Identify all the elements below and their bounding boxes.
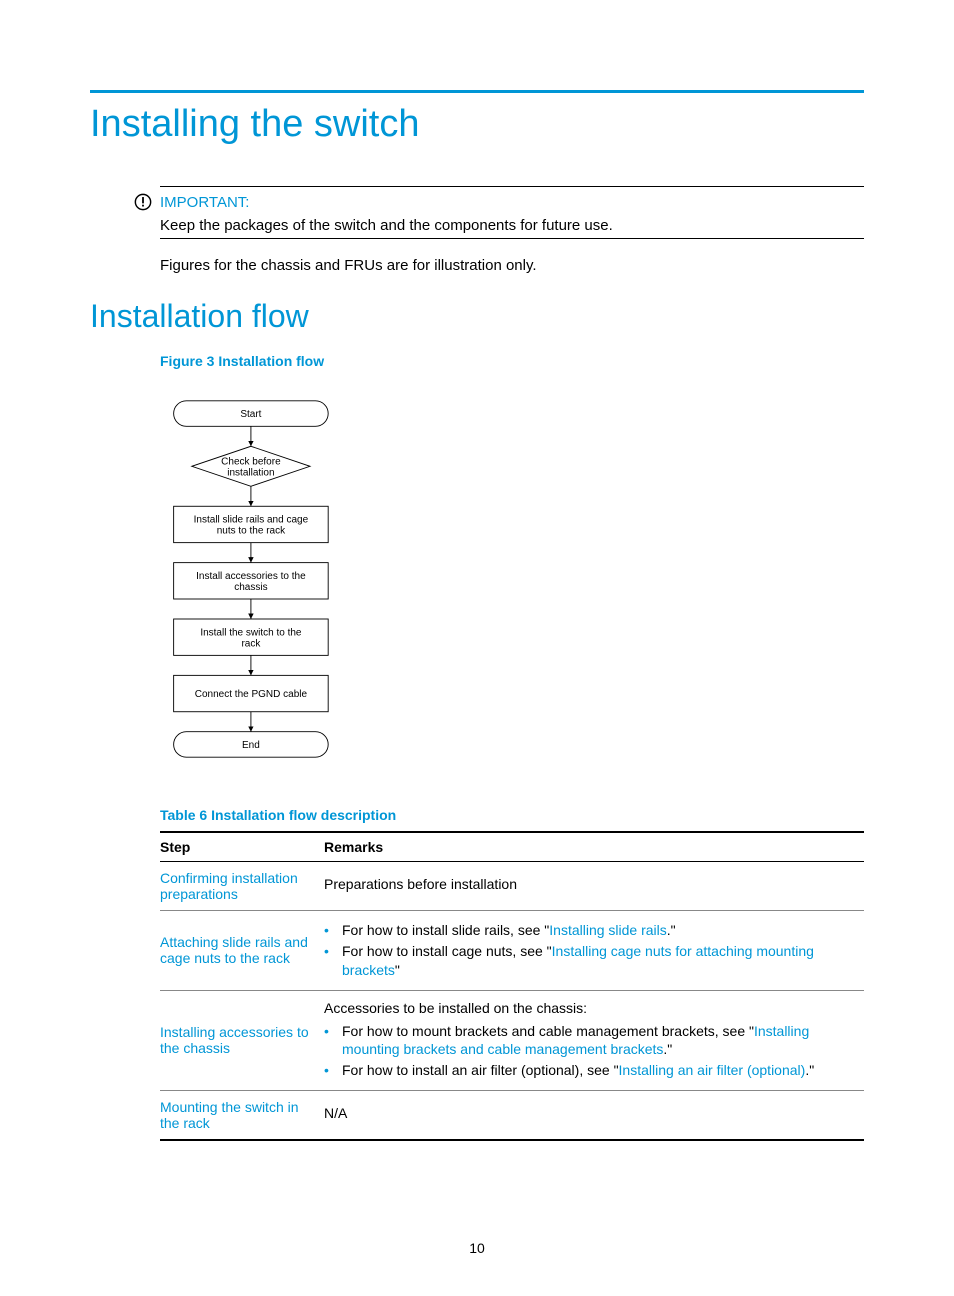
table-row: Mounting the switch in the rack N/A	[160, 1091, 864, 1141]
remarks-cell: For how to install slide rails, see "Ins…	[324, 911, 864, 991]
remark-link[interactable]: Installing an air filter (optional)	[619, 1062, 806, 1078]
svg-text:installation: installation	[227, 467, 274, 478]
installation-table: Step Remarks Confirming installation pre…	[160, 831, 864, 1141]
bullet-list: For how to mount brackets and cable mana…	[324, 1022, 860, 1081]
important-label: IMPORTANT:	[160, 194, 249, 211]
remarks-lead: Preparations before installation	[324, 875, 860, 894]
table-row: Attaching slide rails and cage nuts to t…	[160, 911, 864, 991]
step-link[interactable]: Installing accessories to the chassis	[160, 1024, 309, 1056]
flowchart-svg: Start Check beforeinstallation Install sli…	[160, 377, 360, 781]
important-block: IMPORTANT: Keep the packages of the swit…	[160, 186, 864, 239]
body-note: Figures for the chassis and FRUs are for…	[160, 257, 864, 274]
page: Installing the switch IMPORTANT: Keep th…	[0, 0, 954, 1296]
svg-text:Install the switch to the: Install the switch to the	[200, 627, 302, 638]
table-caption: Table 6 Installation flow description	[160, 807, 864, 823]
remark-link[interactable]: Installing slide rails	[549, 922, 667, 938]
svg-text:Start: Start	[240, 409, 261, 420]
top-rule	[90, 90, 864, 93]
important-header: IMPORTANT:	[160, 193, 864, 211]
figure-caption: Figure 3 Installation flow	[160, 353, 864, 369]
remark-link[interactable]: Installing cage nuts for attaching mount…	[342, 943, 814, 978]
svg-text:End: End	[242, 740, 260, 751]
th-remarks: Remarks	[324, 832, 864, 862]
bullet-item: For how to mount brackets and cable mana…	[324, 1022, 860, 1060]
content-block: IMPORTANT: Keep the packages of the swit…	[160, 186, 864, 274]
divider	[160, 186, 864, 187]
svg-text:Connect the PGND cable: Connect the PGND cable	[195, 689, 308, 700]
important-text: Keep the packages of the switch and the …	[160, 217, 864, 234]
step-cell: Mounting the switch in the rack	[160, 1091, 324, 1141]
svg-text:rack: rack	[241, 638, 261, 649]
step-cell: Installing accessories to the chassis	[160, 990, 324, 1091]
bullet-item: For how to install slide rails, see "Ins…	[324, 921, 860, 940]
bullet-item: For how to install an air filter (option…	[324, 1061, 860, 1080]
th-step: Step	[160, 832, 324, 862]
step-link[interactable]: Attaching slide rails and cage nuts to t…	[160, 934, 308, 966]
svg-text:Check before: Check before	[221, 456, 281, 467]
remarks-cell: Accessories to be installed on the chass…	[324, 990, 864, 1091]
important-icon	[134, 193, 152, 211]
step-cell: Confirming installation preparations	[160, 862, 324, 911]
step-cell: Attaching slide rails and cage nuts to t…	[160, 911, 324, 991]
table-body: Confirming installation preparations Prep…	[160, 862, 864, 1141]
remark-link[interactable]: Installing mounting brackets and cable m…	[342, 1023, 809, 1058]
table-row: Confirming installation preparations Prep…	[160, 862, 864, 911]
bullet-item: For how to install cage nuts, see "Insta…	[324, 942, 860, 980]
step-link[interactable]: Confirming installation preparations	[160, 870, 298, 902]
figure-block: Figure 3 Installation flow Start Check be…	[160, 353, 864, 1141]
remarks-cell: N/A	[324, 1091, 864, 1141]
page-title: Installing the switch	[90, 103, 864, 146]
remarks-lead: Accessories to be installed on the chass…	[324, 999, 860, 1018]
remarks-lead: N/A	[324, 1104, 860, 1123]
svg-text:chassis: chassis	[234, 582, 267, 593]
svg-text:Install slide rails and cage: Install slide rails and cage	[194, 515, 309, 526]
table-row: Installing accessories to the chassis Acc…	[160, 990, 864, 1091]
remarks-cell: Preparations before installation	[324, 862, 864, 911]
svg-text:nuts to the rack: nuts to the rack	[217, 526, 286, 537]
divider	[160, 238, 864, 239]
step-link[interactable]: Mounting the switch in the rack	[160, 1099, 299, 1131]
page-number: 10	[0, 1240, 954, 1256]
flowchart: Start Check beforeinstallation Install sli…	[160, 377, 864, 781]
svg-text:Install accessories to the: Install accessories to the	[196, 571, 306, 582]
bullet-list: For how to install slide rails, see "Ins…	[324, 921, 860, 980]
table-header-row: Step Remarks	[160, 832, 864, 862]
section-title: Installation flow	[90, 298, 864, 335]
